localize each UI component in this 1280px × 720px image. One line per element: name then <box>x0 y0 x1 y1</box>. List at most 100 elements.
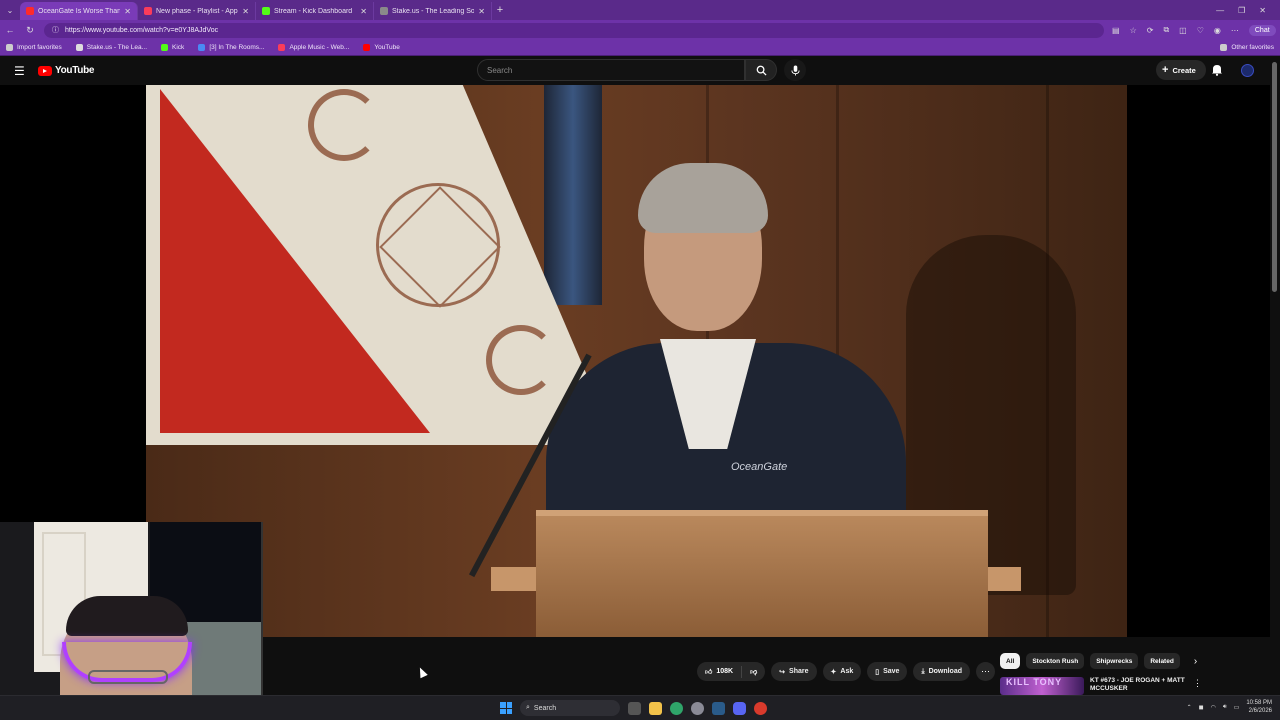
create-button[interactable]: + Create <box>1156 60 1206 80</box>
ask-button[interactable]: ✦ Ask <box>822 662 862 681</box>
chip-all[interactable]: All <box>1000 653 1021 669</box>
discord-icon[interactable] <box>733 701 746 715</box>
wifi-icon[interactable]: ◠ <box>1211 704 1216 711</box>
close-tab-icon[interactable]: ✕ <box>124 7 131 16</box>
voice-search-button[interactable] <box>784 59 806 81</box>
browser-tab-apple-music[interactable]: New phase - Playlist - Apple Music ✕ <box>138 2 256 20</box>
recommended-more-icon[interactable]: ⋮ <box>1193 678 1202 689</box>
new-tab-button[interactable]: + <box>492 4 508 16</box>
share-button[interactable]: ↪ Share <box>771 662 817 681</box>
read-aloud-icon[interactable]: ▤ <box>1112 26 1120 35</box>
clock-time: 10:58 PM <box>1246 700 1272 706</box>
minimize-icon[interactable]: — <box>1216 6 1224 15</box>
recommended-thumbnail[interactable]: KILL TONY <box>1000 677 1084 695</box>
account-avatar[interactable] <box>1241 64 1254 77</box>
like-button[interactable]: 👍︎ 108K <box>697 662 741 681</box>
restore-icon[interactable]: ❐ <box>1238 6 1245 15</box>
video-frame[interactable]: OceanGate <box>146 85 1127 637</box>
refresh-icon[interactable]: ↻ <box>24 25 36 36</box>
bookmark-icon: ▯ <box>875 668 880 676</box>
more-actions-button[interactable]: ⋯ <box>976 662 996 681</box>
more-menu-icon[interactable]: ⋯ <box>1231 26 1239 35</box>
battery-icon[interactable]: ▭ <box>1234 704 1240 711</box>
kick-favicon-icon <box>262 7 270 15</box>
url-field[interactable]: ⓘ https://www.youtube.com/watch?v=e0YJ8A… <box>44 22 1104 38</box>
search-icon <box>756 65 767 76</box>
more-dots-icon: ⋯ <box>981 666 991 676</box>
tab-list-chevron-icon[interactable]: ⌄ <box>0 0 20 20</box>
bookmark-import-favorites[interactable]: Import favorites <box>6 44 62 51</box>
browser-tab-youtube[interactable]: OceanGate Is Worse Than Yo ✕ <box>20 2 138 20</box>
steam-icon[interactable] <box>712 701 725 715</box>
chip-related[interactable]: Related <box>1144 653 1180 669</box>
close-tab-icon[interactable]: ✕ <box>360 7 367 16</box>
like-dislike-group: 👍︎ 108K 👎︎ <box>697 662 766 681</box>
page-scrollbar[interactable] <box>1270 56 1280 695</box>
menu-hamburger-icon[interactable]: ☰ <box>14 64 25 78</box>
share-arrow-icon: ↪ <box>779 668 786 676</box>
taskbar-search[interactable]: ⌕ Search <box>520 700 620 716</box>
ask-label: Ask <box>840 668 854 675</box>
site-info-icon[interactable]: ⓘ <box>52 25 59 35</box>
sparkle-icon: ✦ <box>830 668 837 676</box>
youtube-header: ☰ YouTube + Create <box>0 56 1280 85</box>
task-view-icon[interactable] <box>628 701 641 715</box>
taskbar-apps: ⌕ Search <box>500 700 767 716</box>
close-tab-icon[interactable]: ✕ <box>242 7 249 16</box>
other-favorites[interactable]: Other favorites <box>1220 44 1274 51</box>
close-tab-icon[interactable]: ✕ <box>478 7 485 16</box>
youtube-favicon-icon <box>26 7 34 15</box>
recommended-video[interactable]: KILL TONY KT #673 - JOE ROGAN + MATT MCC… <box>1000 677 1200 695</box>
favorite-star-icon[interactable]: ☆ <box>1130 26 1137 35</box>
url-text: https://www.youtube.com/watch?v=e0YJ8AJd… <box>65 26 219 34</box>
extensions-icon[interactable]: ⧉ <box>1163 25 1169 35</box>
address-bar-row: ← ↻ ⓘ https://www.youtube.com/watch?v=e0… <box>0 20 1280 40</box>
scrollbar-thumb[interactable] <box>1272 62 1277 292</box>
bookmark-kick[interactable]: Kick <box>161 44 184 51</box>
bookmark-apple-music[interactable]: Apple Music - Web... <box>278 44 349 51</box>
youtube-logo-text: YouTube <box>55 65 95 76</box>
related-chips: All Stockton Rush Shipwrecks Related › <box>1000 653 1197 669</box>
browser-tab-kick[interactable]: Stream - Kick Dashboard ✕ <box>256 2 374 20</box>
notifications-bell-icon[interactable] <box>1211 63 1223 81</box>
bookmark-label: Kick <box>172 44 185 51</box>
browser-tab-stake[interactable]: Stake.us - The Leading Social Casi ✕ <box>374 2 492 20</box>
copilot-chat-button[interactable]: Chat <box>1248 24 1276 36</box>
close-window-icon[interactable]: ✕ <box>1259 6 1266 15</box>
edge-browser-icon[interactable] <box>670 701 683 715</box>
system-clock[interactable]: 10:58 PM 2/6/2026 <box>1246 699 1272 715</box>
split-screen-icon[interactable]: ◫ <box>1179 26 1187 35</box>
windows-start-icon[interactable] <box>500 702 512 714</box>
bookmark-in-the-rooms[interactable]: [3] In The Rooms... <box>198 44 264 51</box>
recommended-title[interactable]: KT #673 - JOE ROGAN + MATT MCCUSKER <box>1090 677 1190 693</box>
settings-gear-icon[interactable] <box>691 701 704 715</box>
tray-chevron-up-icon[interactable]: ⌃ <box>1187 704 1192 711</box>
save-button[interactable]: ▯ Save <box>867 662 908 681</box>
browser-toolbar-icons: ▤ ☆ ⟳ ⧉ ◫ ♡ ◉ ⋯ Chat <box>1112 24 1276 36</box>
file-explorer-icon[interactable] <box>649 701 662 715</box>
chip-stockton-rush[interactable]: Stockton Rush <box>1026 653 1085 669</box>
chip-shipwrecks[interactable]: Shipwrecks <box>1090 653 1139 669</box>
back-icon[interactable]: ← <box>4 25 16 35</box>
like-count: 108K <box>716 668 734 675</box>
bookmark-youtube[interactable]: YouTube <box>363 44 400 51</box>
refresh-page-icon[interactable]: ⟳ <box>1147 26 1154 35</box>
volume-icon[interactable]: 🔊︎ <box>1223 704 1227 711</box>
favorites-icon[interactable]: ♡ <box>1197 26 1204 35</box>
search-input[interactable] <box>487 65 744 75</box>
import-icon <box>6 44 13 51</box>
chevron-right-icon[interactable]: › <box>1194 656 1197 667</box>
dislike-button[interactable]: 👎︎ <box>742 662 765 681</box>
bookmark-stake[interactable]: Stake.us - The Lea... <box>75 44 147 51</box>
profile-icon[interactable]: ◉ <box>1214 26 1221 35</box>
bookmark-label: Import favorites <box>17 44 62 51</box>
search-box <box>477 59 745 81</box>
tray-app-icon[interactable]: ◼ <box>1199 704 1204 711</box>
download-button[interactable]: ⤓ Download <box>913 662 971 681</box>
microphone-icon <box>790 65 800 75</box>
flag-crescent-top <box>308 89 380 161</box>
chrome-icon[interactable] <box>754 701 767 715</box>
youtube-logo[interactable]: YouTube <box>38 65 95 76</box>
folder-icon <box>1220 44 1228 51</box>
search-button[interactable] <box>745 59 777 81</box>
